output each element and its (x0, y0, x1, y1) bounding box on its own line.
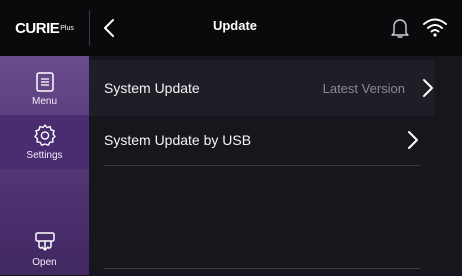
logo-superscript: Plus (60, 24, 74, 32)
open-tray-icon (34, 232, 55, 251)
chevron-left-icon (104, 19, 114, 37)
menu-icon (35, 72, 54, 92)
wifi-icon (423, 18, 447, 37)
sidebar-item-label: Settings (26, 150, 63, 161)
back-button[interactable] (96, 14, 122, 42)
settings-content: System Update Latest Version System Upda… (89, 56, 462, 275)
row-label: System Update (104, 80, 200, 96)
row-divider (104, 165, 420, 166)
sidebar-item-settings[interactable]: Settings (0, 115, 89, 169)
sidebar-item-label: Open (32, 257, 57, 268)
notification-button[interactable] (388, 14, 412, 42)
sidebar: Menu Settings Open (0, 56, 89, 275)
system-update-usb-row[interactable]: System Update by USB (104, 112, 420, 168)
gear-icon (33, 124, 56, 146)
bell-icon (391, 19, 409, 38)
system-update-row[interactable]: System Update Latest Version (89, 60, 435, 116)
header-divider (89, 10, 90, 46)
wifi-button[interactable] (420, 13, 450, 41)
chevron-right-icon (423, 79, 433, 97)
update-status: Latest Version (322, 80, 405, 96)
page-title: Update (212, 18, 258, 33)
app-logo: CURIE Plus (0, 0, 89, 56)
row-divider (104, 268, 420, 269)
sidebar-item-label: Menu (31, 96, 57, 107)
row-label: System Update by USB (104, 132, 252, 148)
logo-text: CURIE (15, 19, 60, 37)
top-bar: CURIE Plus Update (0, 0, 462, 56)
chevron-right-icon (408, 131, 418, 149)
sidebar-item-open[interactable]: Open (0, 222, 89, 276)
sidebar-item-menu[interactable]: Menu (0, 62, 89, 116)
